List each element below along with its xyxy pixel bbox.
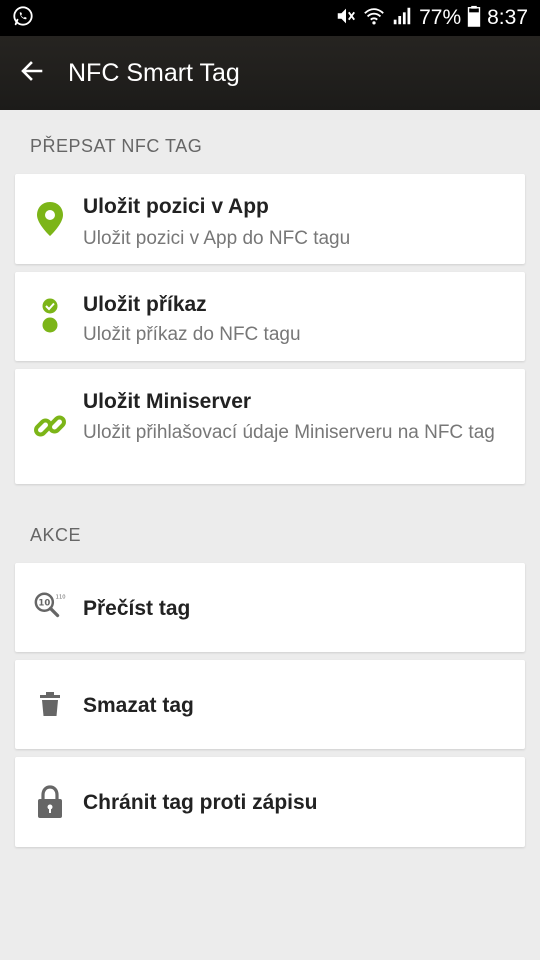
svg-text:10: 10 [38,599,50,609]
app-bar: NFC Smart Tag [0,36,540,110]
mute-icon [335,5,357,32]
arrow-back-icon [20,59,44,88]
link-icon [33,409,67,443]
section-header-actions: AKCE [30,525,82,545]
delete-tag-item[interactable]: Smazat tag [15,660,525,749]
wifi-icon [363,5,385,32]
lock-icon [33,785,67,819]
trash-icon [33,687,67,721]
whatsapp-icon [12,5,34,32]
save-command-title: Uložit příkaz [83,293,207,316]
back-button[interactable] [0,36,64,110]
save-command-item[interactable]: Uložit příkaz Uložit příkaz do NFC tagu [15,272,525,361]
write-protect-label: Chránit tag proti zápisu [83,791,318,814]
read-tag-icon: 10 110 [33,590,67,624]
save-miniserver-item[interactable]: Uložit Miniserver Uložit přihlašovací úd… [15,369,525,484]
read-tag-item[interactable]: 10 110 Přečíst tag [15,563,525,652]
section-header-rewrite: PŘEPSAT NFC TAG [30,136,203,156]
delete-tag-label: Smazat tag [83,694,194,717]
clock: 8:37 [487,6,528,29]
signal-icon [391,5,413,32]
save-command-subtitle: Uložit příkaz do NFC tagu [83,324,301,345]
save-position-item[interactable]: Uložit pozici v App Uložit pozici v App … [15,174,525,264]
svg-text:110: 110 [56,595,66,601]
read-tag-label: Přečíst tag [83,597,191,620]
battery-icon [467,5,481,32]
location-pin-icon [33,202,67,236]
save-position-subtitle: Uložit pozici v App do NFC tagu [83,228,351,249]
status-bar: 77% 8:37 [0,0,540,36]
save-miniserver-subtitle: Uložit přihlašovací údaje Miniserveru na… [83,422,495,443]
page-title: NFC Smart Tag [68,58,240,87]
command-icon [33,298,67,333]
save-miniserver-title: Uložit Miniserver [83,390,252,413]
write-protect-item[interactable]: Chránit tag proti zápisu [15,757,525,847]
save-position-title: Uložit pozici v App [83,195,269,218]
battery-percent: 77% [419,6,462,29]
